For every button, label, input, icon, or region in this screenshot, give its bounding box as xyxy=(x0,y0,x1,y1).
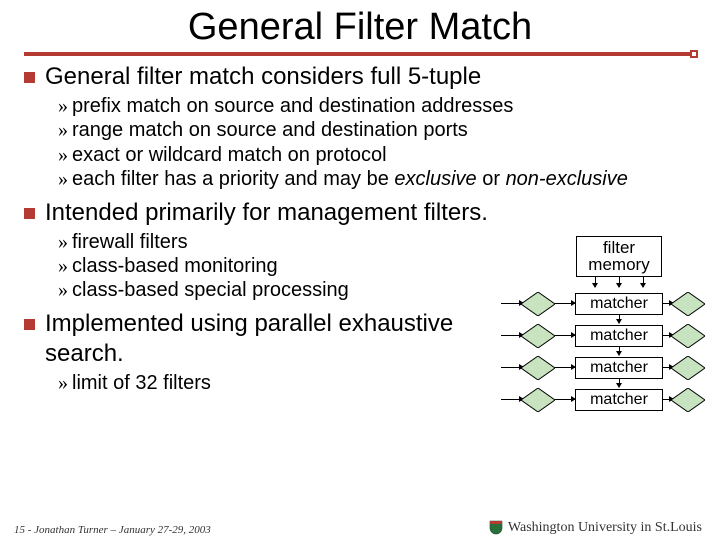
diamond-icon xyxy=(671,324,705,348)
matcher-row: matcher xyxy=(471,291,696,317)
diamond-icon xyxy=(671,356,705,380)
raquo-icon: » xyxy=(58,167,68,191)
bullet-2-text: Intended primarily for management filter… xyxy=(45,198,488,228)
arrow-down-icon xyxy=(619,315,620,323)
sub-item: »each filter has a priority and may be e… xyxy=(58,167,696,191)
footer: 15 - Jonathan Turner – January 27-29, 20… xyxy=(0,520,720,536)
arrow-down-icon xyxy=(619,379,620,387)
square-bullet-icon xyxy=(24,319,35,330)
bullet-3-subs: »limit of 32 filters xyxy=(24,371,467,395)
matcher-row: matcher xyxy=(471,387,696,413)
matcher-box: matcher xyxy=(575,293,663,315)
wustl-shield-icon xyxy=(488,520,504,536)
bullet-2-subs: »firewall filters »class-based monitorin… xyxy=(24,230,467,303)
bullet-2: Intended primarily for management filter… xyxy=(24,198,696,228)
raquo-icon: » xyxy=(58,143,68,167)
diamond-icon xyxy=(671,292,705,316)
matcher-box: matcher xyxy=(575,357,663,379)
sub-item: »prefix match on source and destination … xyxy=(58,94,696,118)
matcher-row: matcher xyxy=(471,355,696,381)
bullet-3: Implemented using parallel exhaustive se… xyxy=(24,309,467,369)
raquo-icon: » xyxy=(58,118,68,142)
raquo-icon: » xyxy=(58,371,68,395)
matcher-box: matcher xyxy=(575,325,663,347)
filter-memory-arrows xyxy=(471,277,696,291)
connector-line xyxy=(501,303,521,304)
sub-item: »exact or wildcard match on protocol xyxy=(58,143,696,167)
diamond-icon xyxy=(521,324,555,348)
bullet-3-text: Implemented using parallel exhaustive se… xyxy=(45,309,467,369)
footer-left: 15 - Jonathan Turner – January 27-29, 20… xyxy=(14,524,211,536)
title-rule xyxy=(24,52,696,56)
slide-title: General Filter Match xyxy=(0,0,720,49)
square-bullet-icon xyxy=(24,72,35,83)
footer-right: Washington University in St.Louis xyxy=(488,520,702,536)
matcher-box: matcher xyxy=(575,389,663,411)
raquo-icon: » xyxy=(58,254,68,278)
sub-item-html: each filter has a priority and may be ex… xyxy=(72,167,628,191)
diamond-icon xyxy=(521,388,555,412)
slide: General Filter Match General filter matc… xyxy=(0,0,720,540)
diagram: filter memory matchermatchermatchermatch… xyxy=(471,236,696,420)
raquo-icon: » xyxy=(58,230,68,254)
filter-memory-box: filter memory xyxy=(576,236,662,278)
diamond-icon xyxy=(671,388,705,412)
matcher-stack: matcher matcher matcher matcher xyxy=(471,291,696,413)
connector-line xyxy=(501,335,521,336)
matcher-row: matcher xyxy=(471,323,696,349)
diamond-icon xyxy=(521,292,555,316)
connector-line xyxy=(501,367,521,368)
connector-line xyxy=(501,399,521,400)
arrow-down-icon xyxy=(619,347,620,355)
sub-item: »limit of 32 filters xyxy=(58,371,467,395)
sub-item: »range match on source and destination p… xyxy=(58,118,696,142)
square-bullet-icon xyxy=(24,208,35,219)
raquo-icon: » xyxy=(58,278,68,302)
slide-content: General filter match considers full 5-tu… xyxy=(0,62,720,419)
sub-item: »firewall filters xyxy=(58,230,467,254)
raquo-icon: » xyxy=(58,94,68,118)
bullet-1-text: General filter match considers full 5-tu… xyxy=(45,62,481,92)
bullet-1: General filter match considers full 5-tu… xyxy=(24,62,696,92)
sub-item: »class-based special processing xyxy=(58,278,467,302)
sub-item: »class-based monitoring xyxy=(58,254,467,278)
diamond-icon xyxy=(521,356,555,380)
bullet-1-subs: »prefix match on source and destination … xyxy=(24,94,696,192)
